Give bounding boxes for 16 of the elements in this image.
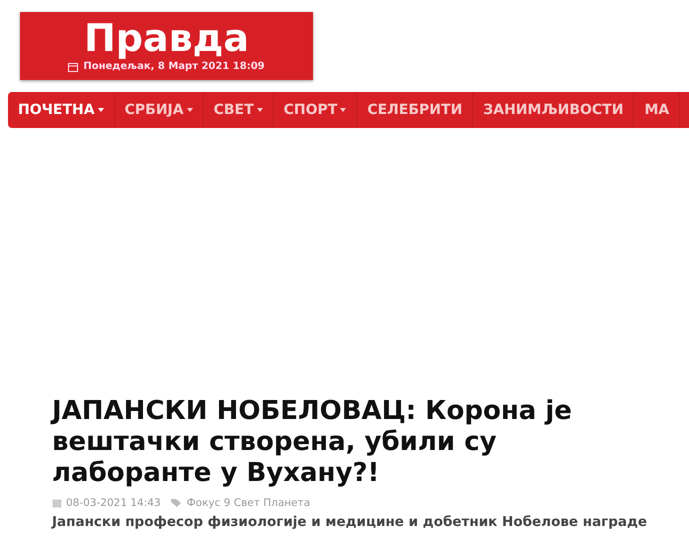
calendar-icon (68, 62, 78, 72)
nav-item[interactable]: СВЕТ (204, 92, 274, 128)
nav-item[interactable]: ПОЧЕТНА (8, 92, 115, 128)
article-date: 08-03-2021 14:43 (66, 497, 161, 509)
tag-icon (170, 498, 183, 508)
article-headline[interactable]: ЈАПАНСКИ НОБЕЛОВАЦ: Корона је вештачки створена, убили су лаборанте у Вухану?! (52, 396, 612, 489)
nav-item[interactable]: СПОРТ (274, 92, 358, 128)
nav-item[interactable]: СЕЛЕБРИТИ (357, 92, 474, 128)
nav-item[interactable]: СРБИЈА (114, 92, 204, 128)
article-lead: Јапански професор физиологије и медицине и добетник Нобелове награде (52, 514, 648, 530)
article-tags[interactable]: Фокус 9 Свет Планета (186, 497, 310, 509)
logo-title: Правда (84, 19, 250, 57)
current-date: Понедељак, 8 Март 2021 18:09 (83, 61, 265, 72)
calendar-icon (52, 498, 62, 508)
nav-item[interactable]: МА (634, 92, 680, 128)
nav-item[interactable]: ЗАНИМЉИВОСТИ (473, 92, 634, 128)
